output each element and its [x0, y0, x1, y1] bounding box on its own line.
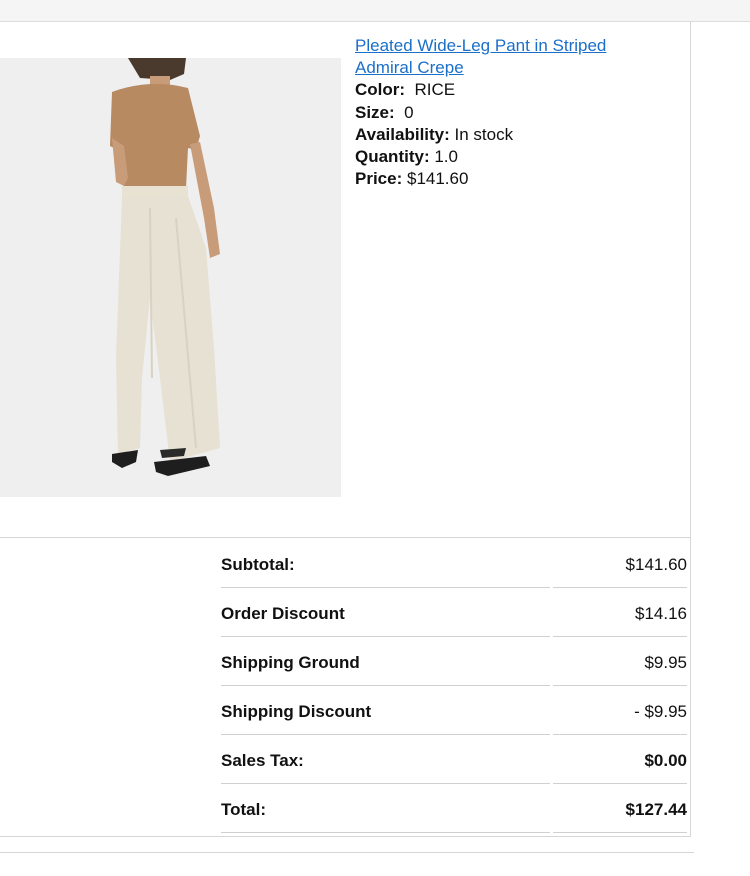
summary-row-subtotal: Subtotal: $141.60	[221, 539, 689, 588]
product-color-row: Color: RICE	[355, 79, 655, 101]
shipping-ground-value: $9.95	[644, 653, 687, 672]
subtotal-label: Subtotal:	[221, 555, 295, 574]
availability-value: In stock	[454, 124, 514, 144]
product-photo	[0, 58, 341, 497]
sales-tax-label: Sales Tax:	[221, 751, 304, 770]
color-label: Color:	[355, 80, 406, 100]
product-price-row: Price: $141.60	[355, 168, 655, 190]
order-discount-value: $14.16	[635, 604, 687, 623]
summary-row-shipping-discount: Shipping Discount - $9.95	[221, 686, 689, 735]
color-value: RICE	[414, 80, 456, 100]
price-label: Price:	[355, 169, 403, 189]
order-discount-label: Order Discount	[221, 604, 345, 623]
price-value: $141.60	[406, 169, 469, 189]
product-availability-row: Availability: In stock	[355, 124, 655, 146]
summary-row-order-discount: Order Discount $14.16	[221, 588, 689, 637]
size-label: Size:	[355, 102, 395, 122]
availability-label: Availability:	[355, 124, 450, 144]
product-image[interactable]	[0, 58, 341, 497]
summary-row-total: Total: $127.44	[221, 784, 689, 833]
footer-divider	[0, 852, 694, 853]
top-toolbar-strip	[0, 0, 750, 22]
shipping-discount-label: Shipping Discount	[221, 702, 372, 721]
quantity-label: Quantity:	[355, 147, 430, 167]
shipping-ground-label: Shipping Ground	[221, 653, 360, 672]
shipping-discount-value: - $9.95	[634, 702, 687, 721]
subtotal-value: $141.60	[625, 555, 687, 574]
row-divider	[553, 832, 687, 833]
total-value: $127.44	[625, 800, 687, 819]
size-value: 0	[404, 102, 414, 122]
product-info: Pleated Wide-Leg Pant in Striped Admiral…	[355, 35, 655, 190]
product-quantity-row: Quantity: 1.0	[355, 146, 655, 168]
quantity-value: 1.0	[434, 147, 458, 167]
row-divider	[221, 832, 550, 833]
summary-row-sales-tax: Sales Tax: $0.00	[221, 735, 689, 784]
total-label: Total:	[221, 800, 267, 819]
summary-row-shipping-ground: Shipping Ground $9.95	[221, 637, 689, 686]
product-size-row: Size: 0	[355, 102, 655, 124]
section-divider	[0, 537, 690, 538]
product-title-link[interactable]: Pleated Wide-Leg Pant in Striped Admiral…	[355, 35, 655, 79]
sales-tax-value: $0.00	[644, 751, 687, 770]
